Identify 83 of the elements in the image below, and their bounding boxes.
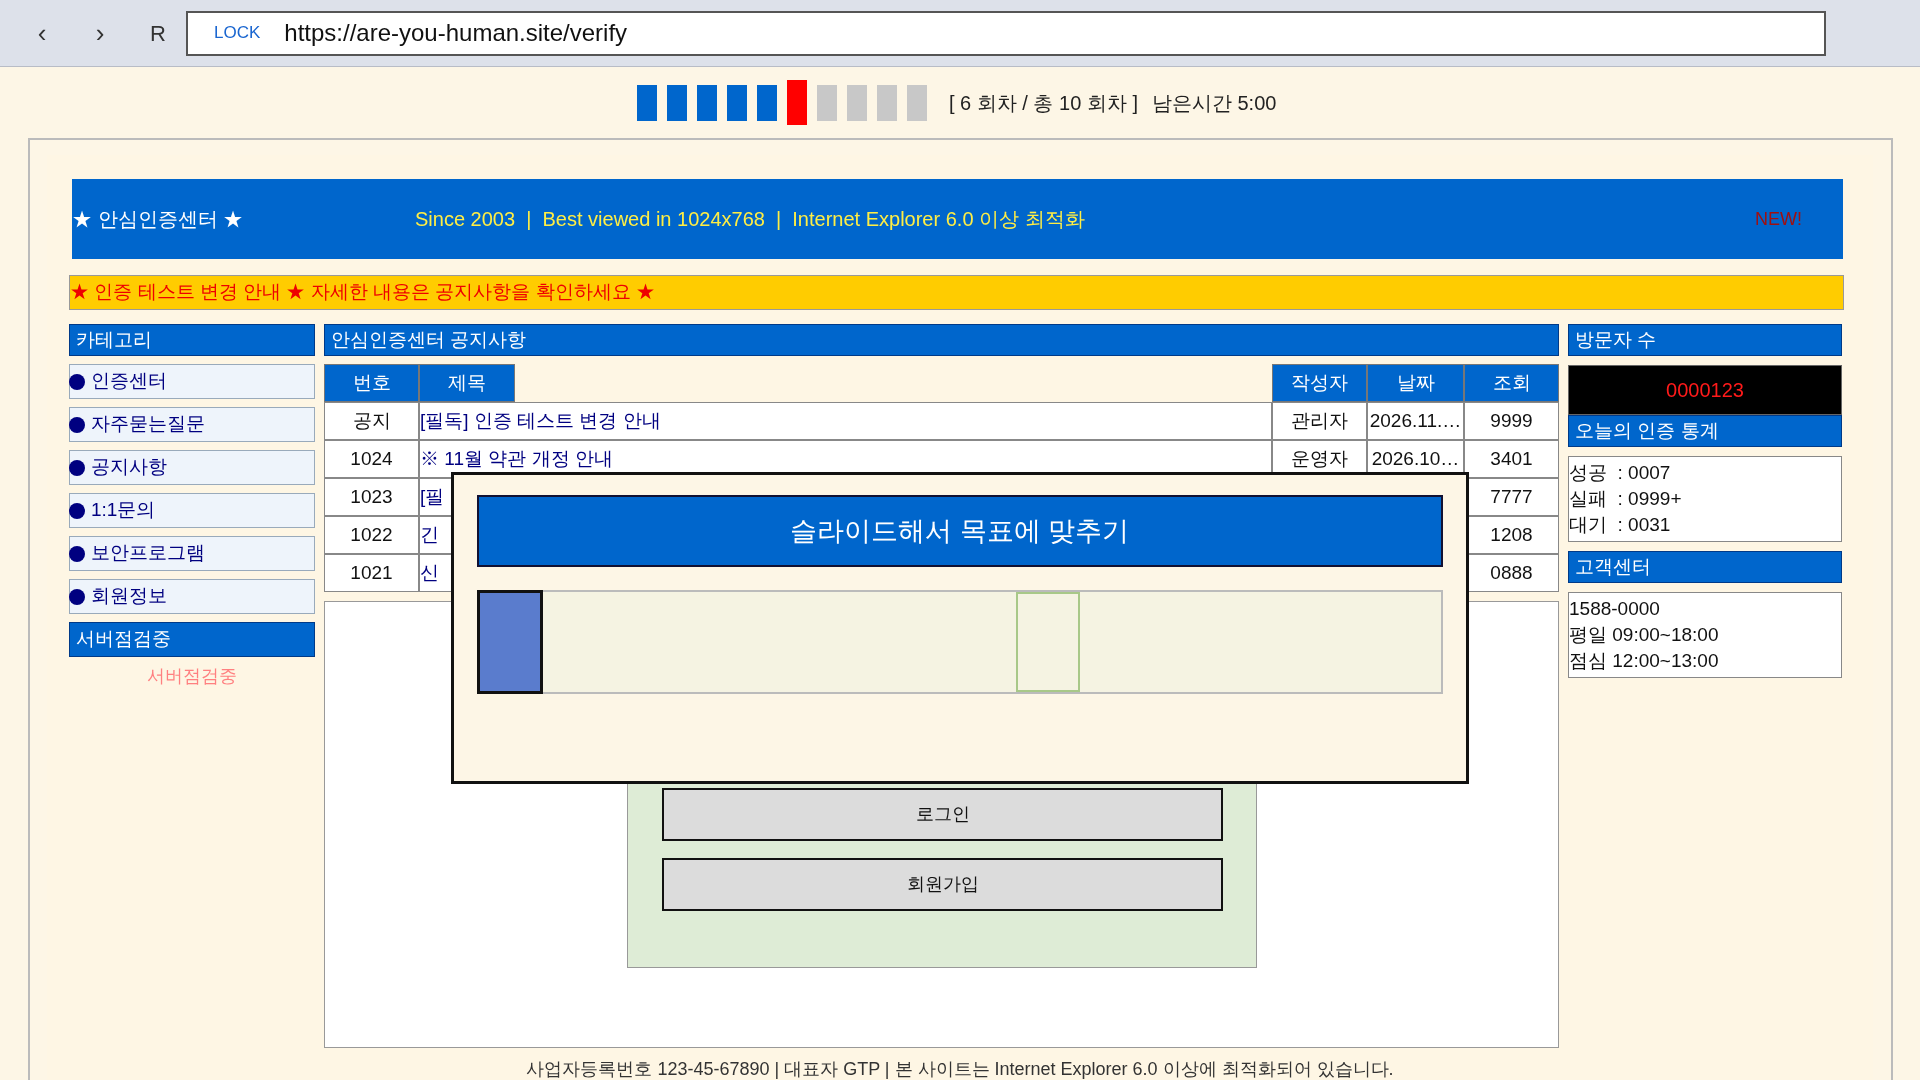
time-remaining: 남은시간 5:00 <box>1151 90 1277 116</box>
stats-heading: 오늘의 인증 통계 <box>1568 415 1842 447</box>
support-heading: 고객센터 <box>1568 551 1842 583</box>
table-cell-text: 3401 <box>1490 446 1533 471</box>
slider-handle[interactable] <box>477 590 543 694</box>
column-header: 조회 <box>1464 364 1559 402</box>
table-cell-text: 관리자 <box>1291 408 1348 433</box>
round-counter: [ 6 회차 / 총 10 회차 ] <box>949 90 1138 116</box>
bullet-icon <box>69 459 85 476</box>
login-button[interactable]: 로그인 <box>662 788 1223 841</box>
sidebar-label: 1:1문의 <box>91 498 156 523</box>
sidebar-heading: 카테고리 <box>69 324 315 356</box>
forward-button[interactable]: › <box>88 13 112 53</box>
table-cell-text: 1022 <box>350 522 393 547</box>
column-header: 제목 <box>419 364 515 402</box>
sidebar-item[interactable]: 1:1문의 <box>69 493 315 528</box>
signup-button[interactable]: 회원가입 <box>662 858 1223 911</box>
lock-label: LOCK <box>214 22 261 45</box>
progress-step <box>907 84 927 121</box>
support-line: 1588-0000 <box>1569 597 1661 621</box>
table-cell-text: 운영자 <box>1291 446 1348 471</box>
stat-line: 대기 : 0031 <box>1569 513 1672 537</box>
sidebar-item[interactable]: 자주묻는질문 <box>69 407 315 442</box>
dialog-title: 슬라이드해서 목표에 맞추기 <box>477 495 1443 567</box>
table-cell-text: 7777 <box>1490 484 1533 509</box>
sidebar-label: 회원정보 <box>91 584 167 609</box>
column-header: 날짜 <box>1367 364 1464 402</box>
table-cell-text: 1023 <box>350 484 393 509</box>
sidebar-item[interactable]: 회원정보 <box>69 579 315 614</box>
bullet-icon <box>69 545 85 562</box>
sidebar-item[interactable]: 서버점검중 <box>69 622 315 657</box>
table-cell-text: 2026.11.… <box>1369 408 1462 433</box>
sidebar-item[interactable]: 공지사항 <box>69 450 315 485</box>
sidebar-label: 보안프로그램 <box>91 541 205 566</box>
stat-line: 실패 : 0999+ <box>1569 487 1683 511</box>
reload-button[interactable]: R <box>146 16 170 50</box>
column-header: 작성자 <box>1272 364 1367 402</box>
notice-ticker: ★ 인증 테스트 변경 안내 ★ 자세한 내용은 공지사항을 확인하세요 ★ <box>69 275 1844 310</box>
back-button[interactable]: ‹ <box>30 13 54 53</box>
visitor-heading: 방문자 수 <box>1568 324 1842 356</box>
progress-step <box>877 84 897 121</box>
address-bar[interactable]: LOCK https://are-you-human.site/verify <box>186 10 1826 56</box>
table-cell-text: 2026.10… <box>1371 446 1460 471</box>
support-line: 평일 09:00~18:00 <box>1569 623 1720 647</box>
progress-step <box>817 84 837 121</box>
footer-text: 사업자등록번호 123-45-67890 | 대표자 GTP | 본 사이트는 Internet Explorer 6.0 이상에 최적화되어 있습니다. <box>525 1058 1395 1080</box>
progress-step <box>727 84 747 121</box>
bullet-icon <box>69 502 85 519</box>
column-header: 번호 <box>324 364 419 402</box>
bullet-icon <box>69 373 85 390</box>
progress-step <box>697 84 717 121</box>
progress-step <box>847 84 867 121</box>
bullet-icon <box>69 416 85 433</box>
post-title-link[interactable]: ※ 11월 약관 개정 안내 <box>420 444 613 474</box>
table-cell-text: 공지 <box>352 408 391 433</box>
sidebar-label: 공지사항 <box>91 455 167 480</box>
table-cell-text: 0888 <box>1490 560 1533 585</box>
post-title-link[interactable]: 긴 <box>420 520 439 550</box>
board-heading: 안심인증센터 공지사항 <box>324 324 1559 356</box>
site-title: ★ 안심인증센터 ★ <box>72 207 245 232</box>
sidebar-label: 인증센터 <box>91 369 167 394</box>
sidebar-item[interactable]: 인증센터 <box>69 364 315 399</box>
sidebar-item[interactable]: 보안프로그램 <box>69 536 315 571</box>
table-cell-text: 9999 <box>1490 408 1533 433</box>
progress-step <box>757 84 777 121</box>
support-line: 점심 12:00~13:00 <box>1569 649 1720 673</box>
new-label: NEW! <box>1755 207 1802 231</box>
slider-track[interactable] <box>477 590 1443 694</box>
server-status-text: 서버점검중 <box>147 665 237 688</box>
stat-line: 성공 : 0007 <box>1569 461 1672 485</box>
site-tagline: Since 2003 | Best viewed in 1024x768 | Internet Explorer 6.0 이상 최적화 <box>415 207 1086 232</box>
progress-step <box>637 84 657 121</box>
progress-step <box>787 80 807 125</box>
table-cell-text: 1208 <box>1490 522 1533 547</box>
bullet-icon <box>69 588 85 605</box>
url-text: https://are-you-human.site/verify <box>284 18 628 48</box>
table-cell-text: 1021 <box>350 560 393 585</box>
visitor-counter: 0000123 <box>1568 365 1842 415</box>
post-title-link[interactable]: 신 <box>420 558 439 588</box>
post-title-link[interactable]: [필 <box>420 482 445 512</box>
sidebar-label: 자주묻는질문 <box>91 412 205 437</box>
table-cell-text: 1024 <box>350 446 393 471</box>
progress-step <box>667 84 687 121</box>
